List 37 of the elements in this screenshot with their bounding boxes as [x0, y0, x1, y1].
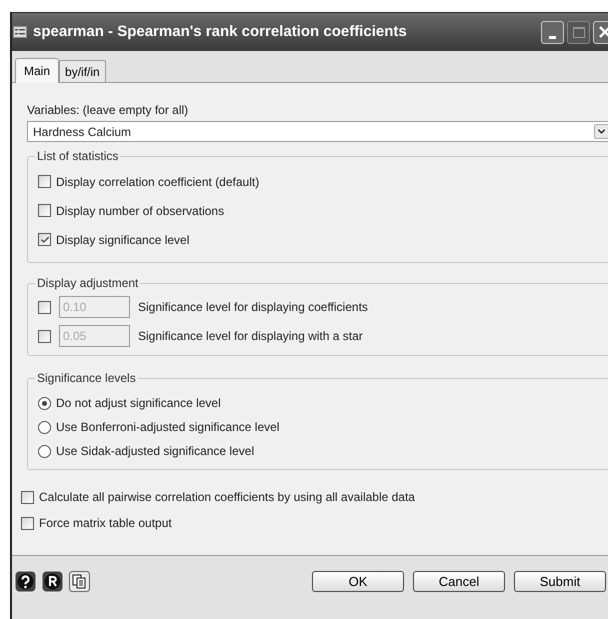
radio-button[interactable] [38, 444, 51, 458]
window-icon [13, 26, 27, 38]
dialog-button[interactable]: Cancel [413, 570, 505, 592]
group-title: Display adjustment [35, 276, 140, 290]
radio-button[interactable] [38, 420, 51, 434]
group-title: Significance levels [35, 371, 138, 385]
checkbox-label: Display number of observations [56, 202, 224, 220]
variables-combobox[interactable]: Hardness Calcium [27, 121, 608, 142]
checkbox[interactable] [38, 175, 51, 188]
minimize-button[interactable] [541, 20, 564, 44]
radio-label: Do not adjust significance level [56, 395, 221, 412]
radio-button[interactable] [38, 396, 51, 410]
tab[interactable]: by/if/in [59, 60, 106, 82]
radio-label: Use Bonferroni-adjusted significance level [56, 419, 280, 436]
checkbox[interactable] [21, 490, 34, 504]
radio-label: Use Sidak-adjusted significance level [56, 443, 254, 460]
checkbox[interactable] [38, 204, 51, 217]
reset-icon[interactable] [42, 570, 63, 592]
field-label: Variables: (leave empty for all) [27, 103, 190, 117]
close-icon [598, 26, 608, 38]
help-icon[interactable] [15, 570, 36, 592]
window-title: spearman - Spearman's rank correlation coefficients [33, 22, 407, 42]
checkbox[interactable] [21, 516, 34, 530]
dropdown-button[interactable] [594, 124, 608, 139]
checkbox-label: Force matrix table output [39, 515, 172, 532]
field-label: Significance level for displaying with a star [138, 328, 363, 345]
field-label: Significance level for displaying coefficients [138, 299, 368, 316]
copy-icon[interactable] [69, 570, 90, 592]
tab[interactable]: Main [15, 58, 60, 83]
checkbox-label: Calculate all pairwise correlation coefficients by using all available data [39, 489, 415, 506]
dialog-button[interactable]: Submit [514, 570, 606, 592]
dialog-button[interactable]: OK [312, 570, 404, 592]
maximize-button[interactable] [567, 20, 590, 44]
group-title: List of statistics [35, 149, 120, 163]
checkbox[interactable] [38, 233, 51, 246]
checkbox-label: Display correlation coefficient (default) [56, 174, 260, 190]
checkbox-label: Display significance level [56, 232, 190, 248]
